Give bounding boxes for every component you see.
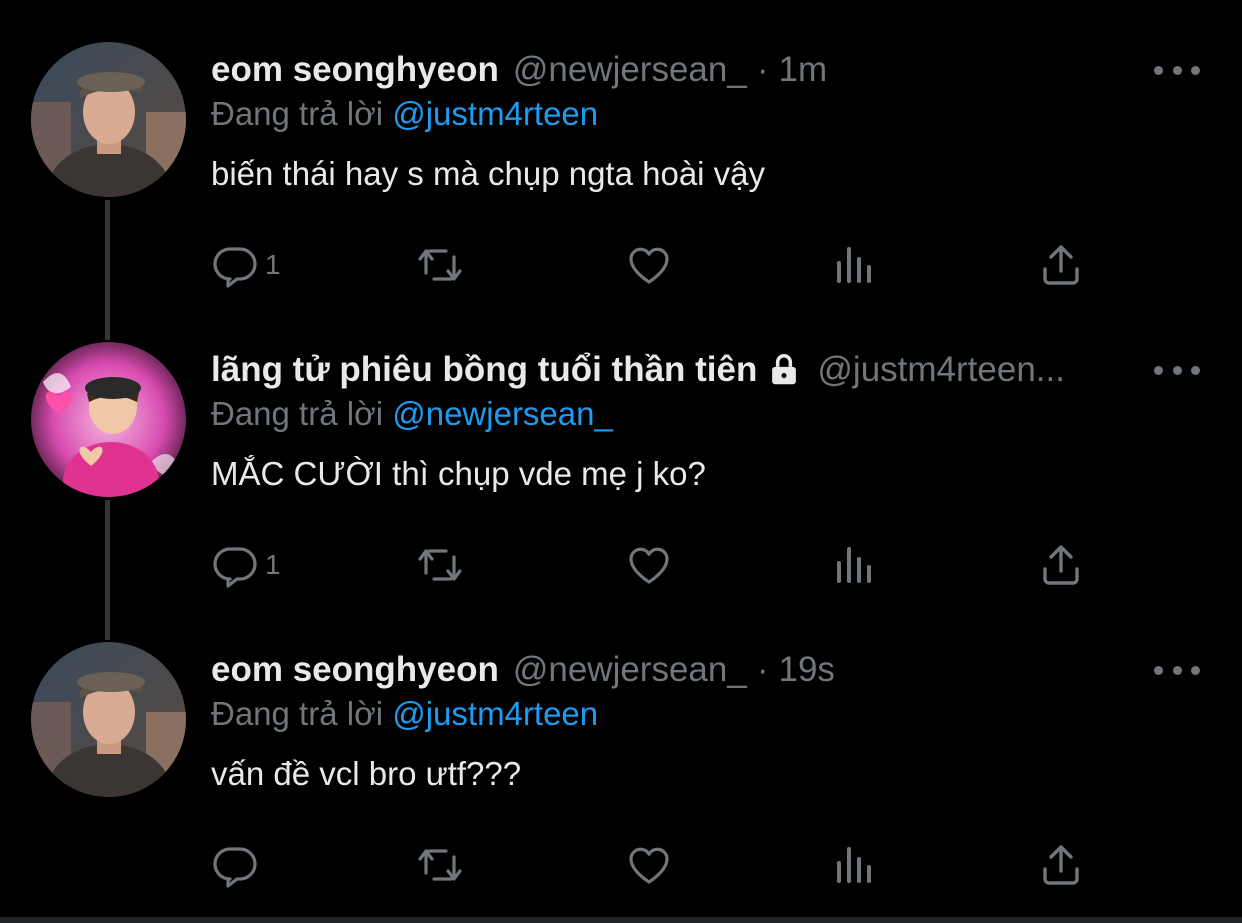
tweet-text: biến thái hay s mà chụp ngta hoài vậy bbox=[211, 155, 766, 192]
timestamp[interactable]: 1m bbox=[778, 50, 827, 90]
reply-button[interactable] bbox=[211, 835, 265, 895]
heart-icon bbox=[625, 841, 673, 889]
reply-button[interactable]: 1 bbox=[211, 535, 281, 595]
tweet[interactable]: eom seonghyeon @newjersean_ · 19s Đang t… bbox=[0, 640, 1242, 900]
replying-to: Đang trả lời @newjersean_ bbox=[211, 395, 613, 433]
tweet-text: MẮC CƯỜI thì chụp vde mẹ j ko? bbox=[211, 455, 706, 492]
tweet[interactable]: lãng tử phiêu bồng tuổi thần tiên @justm… bbox=[0, 340, 1242, 600]
share-button[interactable] bbox=[1037, 235, 1085, 295]
views-button[interactable] bbox=[831, 535, 879, 595]
retweet-icon bbox=[416, 241, 464, 289]
mention-link[interactable]: @justm4rteen bbox=[392, 95, 598, 132]
replying-to: Đang trả lời @justm4rteen bbox=[211, 695, 598, 733]
avatar[interactable] bbox=[31, 342, 186, 497]
views-button[interactable] bbox=[831, 835, 879, 895]
user-handle[interactable]: @newjersean_ bbox=[513, 650, 747, 690]
reply-prefix: Đang trả lời bbox=[211, 95, 384, 132]
display-name[interactable]: eom seonghyeon bbox=[211, 50, 499, 90]
share-button[interactable] bbox=[1037, 835, 1085, 895]
heart-icon bbox=[625, 541, 673, 589]
tweet-text: vấn đề vcl bro ưtf??? bbox=[211, 755, 522, 792]
like-button[interactable] bbox=[625, 535, 673, 595]
tweet-actions bbox=[211, 835, 1111, 895]
share-icon bbox=[1037, 541, 1085, 589]
share-icon bbox=[1037, 841, 1085, 889]
user-handle[interactable]: @newjersean_ bbox=[513, 50, 747, 90]
reply-button[interactable]: 1 bbox=[211, 235, 281, 295]
like-button[interactable] bbox=[625, 835, 673, 895]
more-options-icon[interactable] bbox=[1154, 654, 1200, 686]
replying-to: Đang trả lời @justm4rteen bbox=[211, 95, 598, 133]
tweet-header: lãng tử phiêu bồng tuổi thần tiên @justm… bbox=[211, 340, 1065, 400]
retweet-button[interactable] bbox=[416, 835, 464, 895]
retweet-icon bbox=[416, 541, 464, 589]
tweet-header: eom seonghyeon @newjersean_ · 1m bbox=[211, 40, 827, 100]
heart-icon bbox=[625, 241, 673, 289]
retweet-button[interactable] bbox=[416, 235, 464, 295]
lock-icon bbox=[765, 351, 803, 389]
share-button[interactable] bbox=[1037, 535, 1085, 595]
retweet-icon bbox=[416, 841, 464, 889]
like-button[interactable] bbox=[625, 235, 673, 295]
separator-dot: · bbox=[756, 650, 769, 689]
bottom-edge bbox=[0, 917, 1242, 923]
reply-count: 1 bbox=[265, 549, 281, 580]
analytics-icon bbox=[831, 541, 879, 589]
tweet-header: eom seonghyeon @newjersean_ · 19s bbox=[211, 640, 835, 700]
tweet-actions: 1 bbox=[211, 235, 1111, 295]
more-options-icon[interactable] bbox=[1154, 354, 1200, 386]
display-name[interactable]: lãng tử phiêu bồng tuổi thần tiên bbox=[211, 350, 757, 390]
views-button[interactable] bbox=[831, 235, 879, 295]
analytics-icon bbox=[831, 241, 879, 289]
retweet-button[interactable] bbox=[416, 535, 464, 595]
tweet-actions: 1 bbox=[211, 535, 1111, 595]
mention-link[interactable]: @newjersean_ bbox=[392, 395, 613, 432]
separator-dot: · bbox=[756, 50, 769, 89]
mention-link[interactable]: @justm4rteen bbox=[392, 695, 598, 732]
user-handle[interactable]: @justm4rteen... bbox=[817, 350, 1065, 390]
analytics-icon bbox=[831, 841, 879, 889]
reply-icon bbox=[211, 241, 259, 289]
avatar[interactable] bbox=[31, 42, 186, 197]
share-icon bbox=[1037, 241, 1085, 289]
reply-prefix: Đang trả lời bbox=[211, 695, 384, 732]
reply-count: 1 bbox=[265, 249, 281, 280]
reply-prefix: Đang trả lời bbox=[211, 395, 384, 432]
display-name[interactable]: eom seonghyeon bbox=[211, 650, 499, 690]
tweet[interactable]: eom seonghyeon @newjersean_ · 1m Đang tr… bbox=[0, 40, 1242, 300]
timestamp[interactable]: 19s bbox=[778, 650, 834, 690]
reply-icon bbox=[211, 841, 259, 889]
more-options-icon[interactable] bbox=[1154, 54, 1200, 86]
avatar[interactable] bbox=[31, 642, 186, 797]
reply-icon bbox=[211, 541, 259, 589]
